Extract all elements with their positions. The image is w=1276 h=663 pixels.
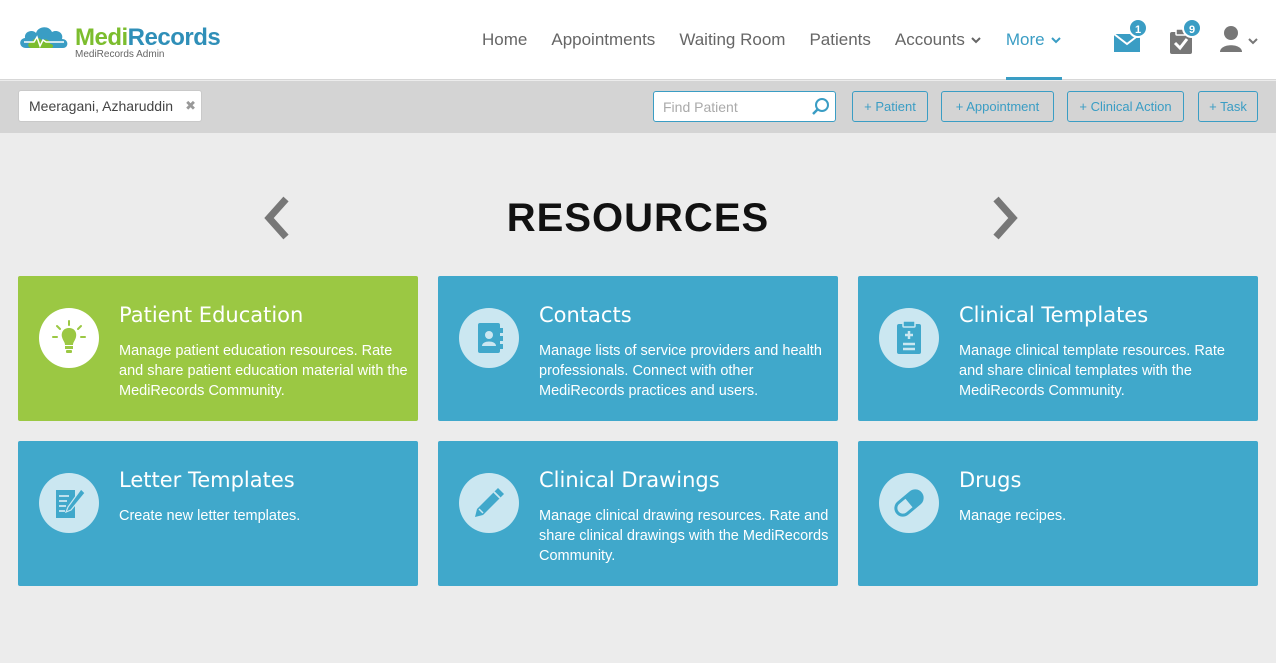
main-nav: Home Appointments Waiting Room Patients … xyxy=(470,0,1074,80)
card-description: Manage recipes. xyxy=(959,508,1067,524)
nav-more[interactable]: More xyxy=(1005,0,1062,80)
top-header: MediRecords MediRecords Admin Home Appoi… xyxy=(0,0,1276,80)
card-title: Patient Education xyxy=(119,303,304,327)
card-icon-circle xyxy=(459,308,519,368)
card-title: Clinical Templates xyxy=(959,303,1149,327)
resource-card-contacts[interactable]: Contacts Manage lists of service provide… xyxy=(438,276,838,421)
brand-name: MediRecords xyxy=(75,24,221,51)
resource-card-clinical-drawings[interactable]: Clinical Drawings Manage clinical drawin… xyxy=(438,441,838,586)
user-icon xyxy=(1220,26,1242,52)
resource-card-clinical-templates[interactable]: Clinical Templates Manage clinical templ… xyxy=(858,276,1258,421)
resource-card-letter-templates[interactable]: Letter Templates Create new letter templ… xyxy=(18,441,418,586)
tasks-button[interactable]: 9 xyxy=(1164,18,1202,56)
card-icon-circle xyxy=(879,473,939,533)
add-appointment-button[interactable]: + Appointment xyxy=(941,91,1054,122)
card-title: Clinical Drawings xyxy=(539,468,720,492)
card-description: Manage clinical template resources. Rate… xyxy=(959,343,1225,399)
brand-subtitle: MediRecords Admin xyxy=(75,49,165,60)
lightbulb-icon xyxy=(52,320,86,353)
add-task-button[interactable]: + Task xyxy=(1198,91,1258,122)
chevron-left-icon[interactable] xyxy=(262,195,292,241)
nav-waiting-room[interactable]: Waiting Room xyxy=(679,0,785,80)
card-icon-circle xyxy=(879,308,939,368)
nav-patients[interactable]: Patients xyxy=(809,0,870,80)
tasks-count-badge: 9 xyxy=(1182,18,1202,38)
nav-appointments[interactable]: Appointments xyxy=(551,0,655,80)
card-icon-circle xyxy=(39,308,99,368)
card-description: Manage patient education resources. Rate… xyxy=(119,343,408,399)
patient-toolbar: Meeragani, Azharuddin ✖ + Patient + Appo… xyxy=(0,81,1276,133)
card-description: Manage clinical drawing resources. Rate … xyxy=(539,508,829,564)
mail-button[interactable]: 1 xyxy=(1110,18,1148,56)
medirecords-logo[interactable]: MediRecords MediRecords Admin xyxy=(18,20,228,64)
cloud-logo-icon xyxy=(20,27,68,48)
address-book-icon xyxy=(478,323,503,353)
user-menu-button[interactable] xyxy=(1218,22,1262,56)
add-patient-button[interactable]: + Patient xyxy=(852,91,928,122)
selected-patient-name: Meeragani, Azharuddin xyxy=(29,98,173,114)
mail-count-badge: 1 xyxy=(1128,18,1148,38)
find-patient-input[interactable] xyxy=(654,92,804,121)
chevron-right-icon[interactable] xyxy=(990,195,1020,241)
clipboard-icon xyxy=(897,320,921,354)
chevron-down-icon xyxy=(1248,38,1258,45)
letter-edit-icon xyxy=(56,488,86,518)
resource-card-drugs[interactable]: Drugs Manage recipes. xyxy=(858,441,1258,586)
resource-card-patient-education[interactable]: Patient Education Manage patient educati… xyxy=(18,276,418,421)
search-icon[interactable] xyxy=(811,97,831,117)
selected-patient-chip[interactable]: Meeragani, Azharuddin ✖ xyxy=(18,90,202,122)
chevron-down-icon xyxy=(1050,37,1061,44)
find-patient-box xyxy=(653,91,836,122)
card-description: Create new letter templates. xyxy=(119,508,301,524)
card-title: Letter Templates xyxy=(119,468,295,492)
pill-icon xyxy=(894,489,924,517)
card-title: Contacts xyxy=(539,303,632,327)
add-clinical-action-button[interactable]: + Clinical Action xyxy=(1067,91,1184,122)
card-icon-circle xyxy=(39,473,99,533)
close-icon[interactable]: ✖ xyxy=(185,91,196,121)
page-title: RESOURCES xyxy=(506,196,770,240)
card-title: Drugs xyxy=(959,468,1022,492)
nav-accounts[interactable]: Accounts xyxy=(895,0,982,80)
nav-home[interactable]: Home xyxy=(482,0,527,80)
card-icon-circle xyxy=(459,473,519,533)
pencil-icon xyxy=(475,488,504,517)
card-description: Manage lists of service providers and he… xyxy=(539,343,822,399)
chevron-down-icon xyxy=(971,37,981,44)
